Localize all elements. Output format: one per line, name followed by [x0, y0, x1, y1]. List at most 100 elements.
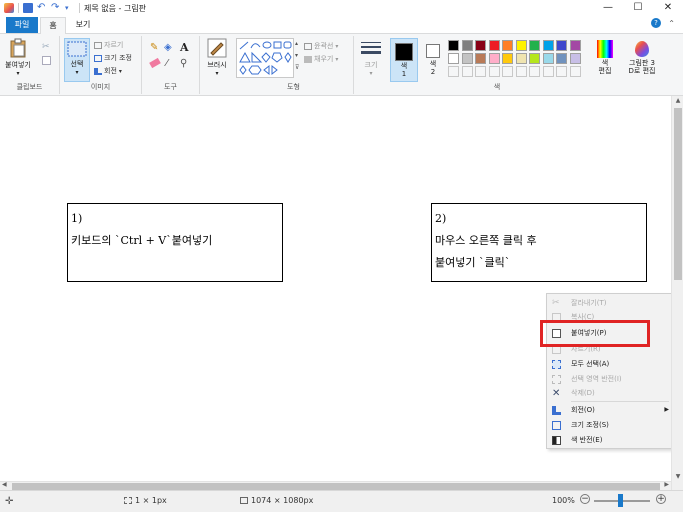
- menu-item-resize[interactable]: 크기 조정(S): [547, 418, 675, 432]
- scroll-down-icon[interactable]: ▼: [672, 473, 683, 480]
- rotate-label: 회전: [104, 67, 117, 75]
- palette-swatch[interactable]: [448, 53, 459, 64]
- scroll-left-icon[interactable]: ◀: [2, 481, 7, 488]
- ribbon-collapse-icon[interactable]: ⌃: [668, 19, 675, 28]
- palette-swatch[interactable]: [529, 40, 540, 51]
- palette-swatch[interactable]: [461, 40, 473, 51]
- paste-button[interactable]: 붙여넣기 ▾: [2, 38, 34, 77]
- menu-item-label: 색 반전(E): [571, 436, 603, 444]
- palette-swatch[interactable]: [502, 40, 513, 51]
- tab-home[interactable]: 홈: [40, 17, 66, 35]
- line-size-icon: [361, 42, 381, 54]
- brushes-button[interactable]: 브러시 ▾: [202, 38, 232, 77]
- custom-color-slot[interactable]: [542, 66, 554, 77]
- brushes-dropdown-icon[interactable]: ▾: [202, 70, 232, 77]
- custom-color-slot[interactable]: [488, 66, 500, 77]
- copy-icon[interactable]: [42, 56, 51, 65]
- custom-color-slot[interactable]: [448, 66, 459, 77]
- shapes-scroll-up-icon[interactable]: ▴: [295, 40, 298, 47]
- zoom-out-icon[interactable]: −: [580, 494, 590, 504]
- customize-toolbar-icon[interactable]: ▾: [65, 3, 75, 13]
- palette-swatch[interactable]: [569, 40, 581, 51]
- fill-button[interactable]: 채우기 ▾: [304, 54, 338, 64]
- shapes-group-label: 도형: [287, 83, 300, 91]
- zoom-slider-thumb[interactable]: [618, 494, 623, 507]
- tab-file[interactable]: 파일: [6, 17, 38, 33]
- scroll-up-icon[interactable]: ▲: [672, 97, 683, 104]
- save-icon[interactable]: [23, 3, 33, 13]
- menu-item-delete[interactable]: ✕ 삭제(D): [547, 386, 675, 400]
- color2-button[interactable]: 색 2: [420, 38, 446, 76]
- select-all-icon: [552, 360, 561, 369]
- eraser-icon[interactable]: [149, 57, 161, 69]
- palette-swatch[interactable]: [502, 53, 513, 64]
- custom-color-slot[interactable]: [569, 66, 581, 77]
- rotate-button[interactable]: 회전 ▾: [94, 66, 122, 76]
- palette-swatch[interactable]: [448, 40, 459, 51]
- rotate-dropdown-icon[interactable]: ▾: [119, 68, 122, 75]
- menu-item-select-all[interactable]: 모두 선택(A): [547, 357, 675, 371]
- custom-color-slot[interactable]: [502, 66, 513, 77]
- palette-swatch[interactable]: [542, 53, 554, 64]
- paint-app-icon: [4, 3, 14, 13]
- paint3d-button[interactable]: 그림판 3 D로 편집: [622, 38, 662, 75]
- redo-icon[interactable]: ↷: [51, 3, 61, 13]
- custom-color-slot[interactable]: [515, 66, 527, 77]
- close-button[interactable]: ✕: [653, 0, 683, 16]
- color-picker-icon[interactable]: ⁄: [166, 58, 168, 69]
- palette-swatch[interactable]: [569, 53, 581, 64]
- palette-swatch[interactable]: [542, 40, 554, 51]
- vertical-scroll-thumb[interactable]: [674, 108, 682, 280]
- menu-item-label: 회전(O): [571, 406, 595, 414]
- menu-item-invert-color[interactable]: 색 반전(E): [547, 433, 675, 447]
- custom-color-slot[interactable]: [461, 66, 473, 77]
- scroll-right-icon[interactable]: ▶: [664, 481, 669, 488]
- menu-item-invert-selection[interactable]: 선택 영역 반전(I): [547, 372, 675, 386]
- menu-item-cut[interactable]: ✂ 잘라내기(T): [547, 296, 675, 310]
- minimize-button[interactable]: —: [593, 0, 623, 16]
- tab-view[interactable]: 보기: [70, 17, 96, 33]
- paste-dropdown-icon[interactable]: ▾: [2, 70, 34, 77]
- menu-item-rotate[interactable]: 회전(O) ▶: [547, 403, 675, 417]
- crosshair-icon: ✛: [5, 496, 14, 507]
- palette-swatch[interactable]: [461, 53, 473, 64]
- fill-label: 채우기: [314, 55, 334, 63]
- crop-button[interactable]: 자르기: [94, 40, 123, 50]
- undo-icon[interactable]: ↶: [37, 3, 47, 13]
- horizontal-scrollbar[interactable]: ◀ ▶: [0, 481, 671, 490]
- resize-button[interactable]: 크기 조정: [94, 53, 132, 63]
- pencil-icon[interactable]: ✎: [150, 42, 158, 53]
- palette-swatch[interactable]: [556, 53, 567, 64]
- horizontal-scroll-thumb[interactable]: [12, 483, 660, 490]
- palette-swatch[interactable]: [475, 40, 486, 51]
- select-button[interactable]: 선택 ▾: [64, 38, 90, 82]
- size-group: 크기 ▾: [354, 36, 388, 94]
- palette-swatch[interactable]: [515, 53, 527, 64]
- fill-bucket-icon[interactable]: ◈: [164, 42, 172, 53]
- help-icon[interactable]: ?: [651, 18, 661, 28]
- palette-swatch[interactable]: [488, 40, 500, 51]
- size-button[interactable]: 크기 ▾: [356, 40, 386, 77]
- shapes-gallery[interactable]: [236, 38, 294, 78]
- vertical-scrollbar[interactable]: ▲ ▼: [671, 96, 683, 490]
- custom-color-slot[interactable]: [475, 66, 486, 77]
- maximize-button[interactable]: ☐: [623, 0, 653, 16]
- palette-swatch[interactable]: [556, 40, 567, 51]
- magnifier-icon[interactable]: ⚲: [180, 58, 187, 69]
- edit-colors-button[interactable]: 색 편집: [592, 38, 618, 75]
- palette-swatch[interactable]: [515, 40, 527, 51]
- shapes-expand-icon[interactable]: ⊽: [295, 64, 299, 71]
- cut-icon[interactable]: ✂: [42, 42, 50, 52]
- outline-button[interactable]: 윤곽선 ▾: [304, 41, 338, 51]
- palette-swatch[interactable]: [475, 53, 486, 64]
- shapes-scroll-down-icon[interactable]: ▾: [295, 52, 298, 59]
- color1-button[interactable]: 색 1: [390, 38, 418, 82]
- palette-swatch[interactable]: [529, 53, 540, 64]
- zoom-in-icon[interactable]: +: [656, 494, 666, 504]
- select-dropdown-icon[interactable]: ▾: [65, 69, 89, 76]
- custom-color-slot[interactable]: [556, 66, 567, 77]
- resize-label: 크기 조정: [104, 54, 132, 62]
- palette-swatch[interactable]: [488, 53, 500, 64]
- custom-color-slot[interactable]: [529, 66, 540, 77]
- text-tool-icon[interactable]: A: [180, 41, 189, 54]
